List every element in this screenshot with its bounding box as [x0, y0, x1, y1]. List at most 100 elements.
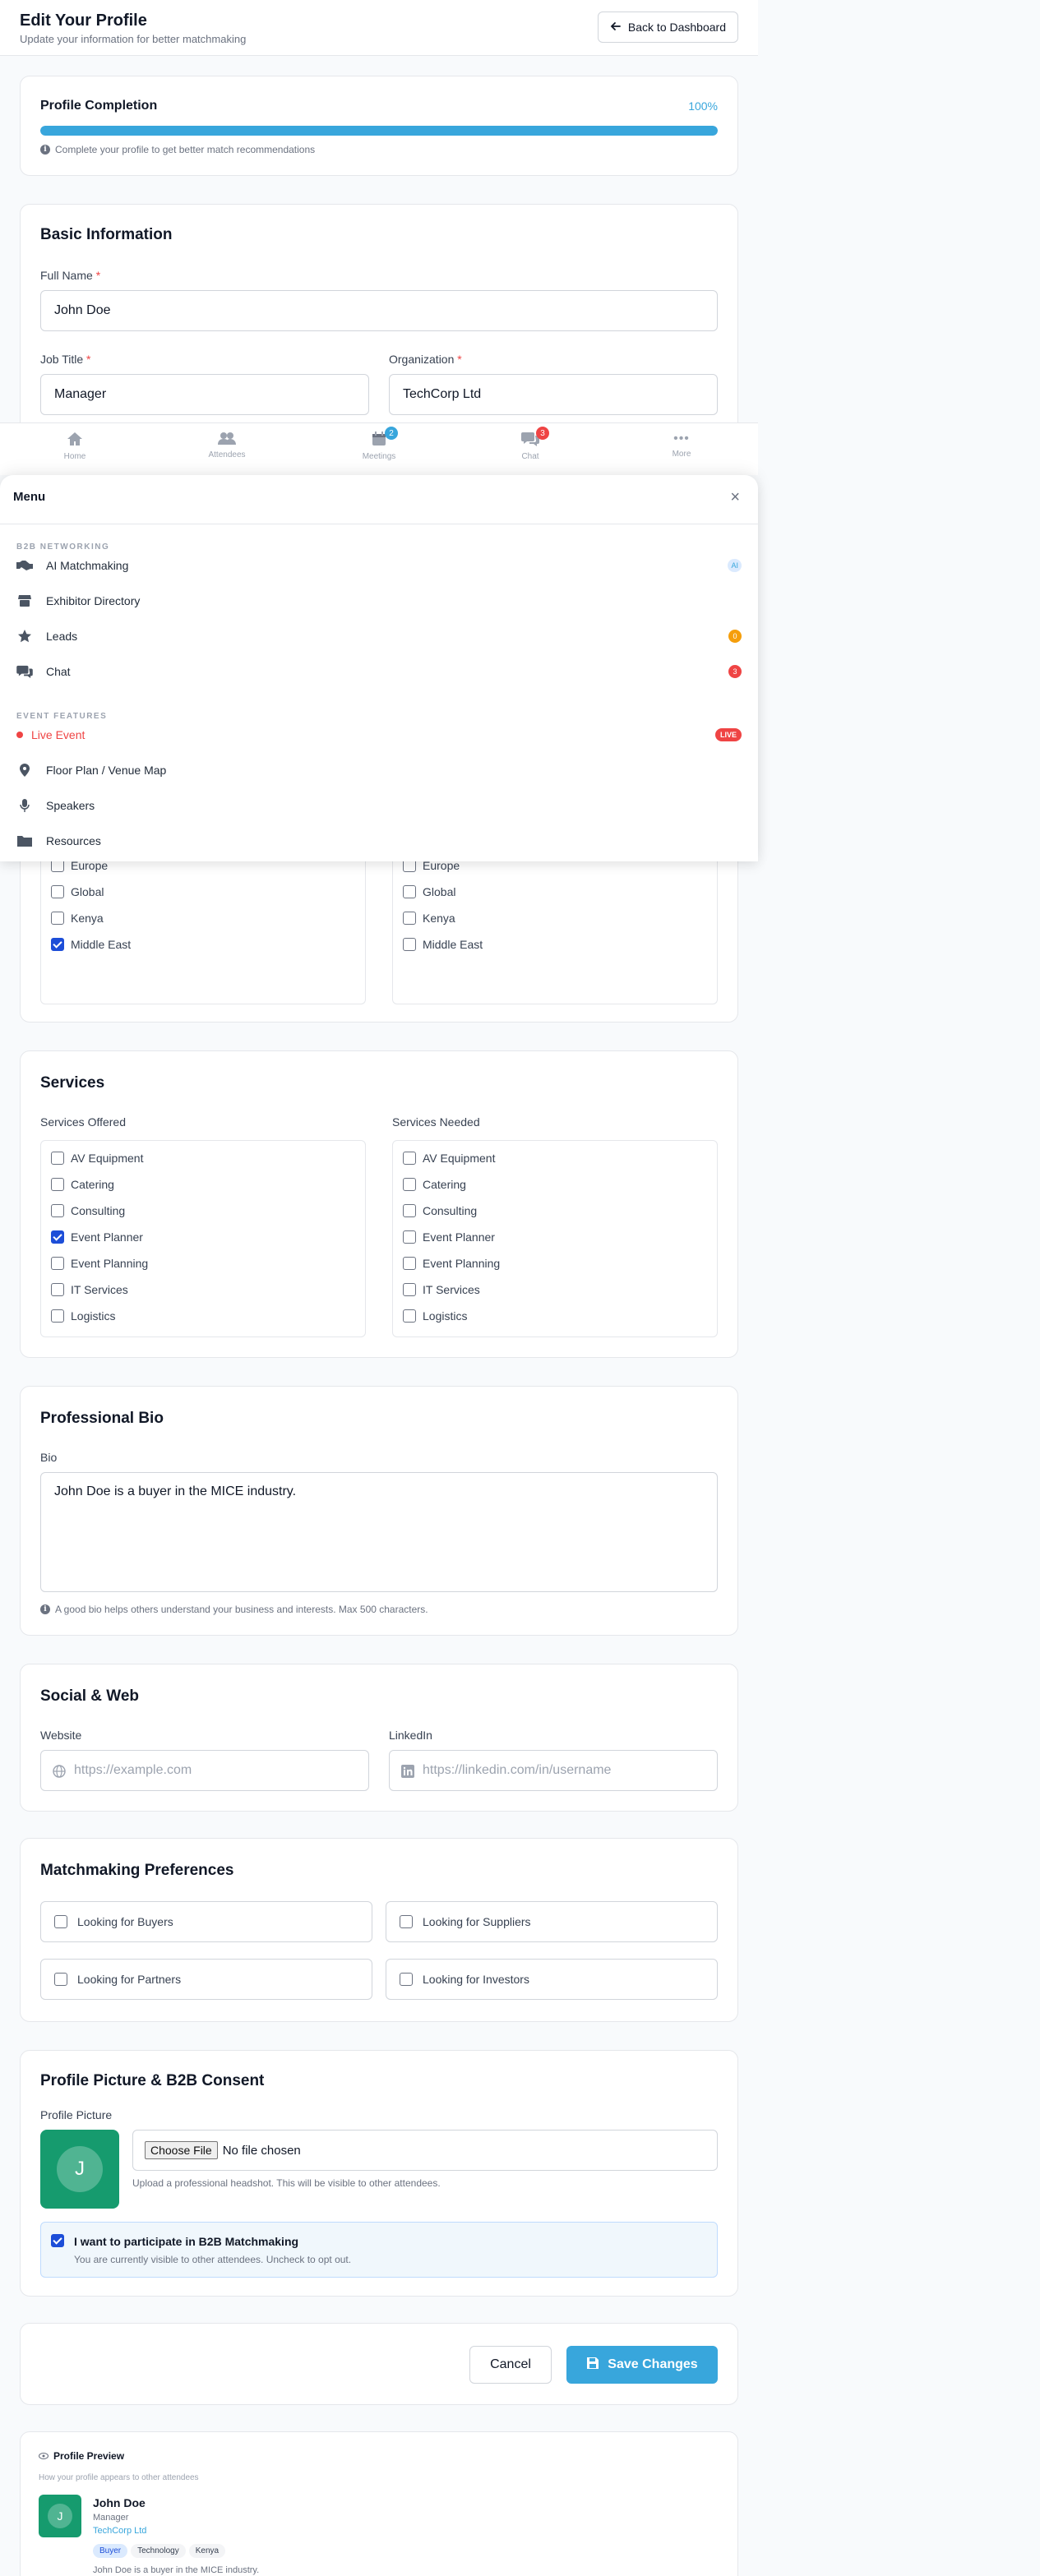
checkbox[interactable] — [400, 1915, 413, 1928]
chat-count-badge: 3 — [728, 665, 742, 678]
checkbox[interactable] — [54, 1915, 67, 1928]
checkbox[interactable] — [51, 1257, 64, 1270]
job-title-label: Job Title * — [40, 353, 91, 366]
service-offered-option[interactable]: Logistics — [51, 1309, 115, 1323]
checkbox[interactable] — [403, 1309, 416, 1323]
website-input[interactable]: https://example.com — [40, 1750, 369, 1791]
more-icon: ••• — [673, 432, 690, 445]
checkbox[interactable] — [403, 1178, 416, 1191]
bottom-navigation: Home Attendees Meetings 2 Chat 3 ••• Mor… — [0, 422, 758, 475]
service-needed-option[interactable]: Event Planning — [403, 1256, 500, 1271]
file-input[interactable]: Choose File No file chosen — [132, 2130, 718, 2171]
organization-input[interactable]: TechCorp Ltd — [389, 374, 718, 415]
pref-looking-for-suppliers[interactable]: Looking for Suppliers — [386, 1901, 718, 1942]
menu-close-icon[interactable]: × — [730, 488, 740, 507]
checkbox[interactable] — [403, 1152, 416, 1165]
bio-title: Professional Bio — [40, 1410, 164, 1427]
checkbox[interactable] — [51, 1309, 64, 1323]
menu-item-live-event[interactable]: Live Event LIVE — [16, 725, 742, 745]
page-subtitle: Update your information for better match… — [20, 33, 247, 45]
service-offered-option[interactable]: Event Planning — [51, 1256, 148, 1271]
region-option[interactable]: Middle East — [403, 937, 483, 952]
checkbox[interactable] — [403, 1204, 416, 1217]
checkbox[interactable] — [51, 938, 64, 951]
service-offered-option-label: AV Equipment — [71, 1152, 144, 1165]
back-to-dashboard-button[interactable]: Back to Dashboard — [597, 12, 738, 43]
service-needed-option[interactable]: AV Equipment — [403, 1151, 495, 1166]
checkbox[interactable] — [51, 1152, 64, 1165]
checkbox[interactable] — [403, 938, 416, 951]
menu-item-floor-plan[interactable]: Floor Plan / Venue Map — [16, 760, 742, 780]
checkbox[interactable] — [403, 1257, 416, 1270]
service-needed-option[interactable]: Event Planner — [403, 1230, 495, 1244]
service-needed-option[interactable]: IT Services — [403, 1282, 480, 1297]
checkbox[interactable] — [51, 1204, 64, 1217]
b2b-consent-box[interactable]: I want to participate in B2B Matchmaking… — [40, 2222, 718, 2278]
menu-section-b2b: B2B NETWORKING — [16, 542, 110, 552]
job-title-input[interactable]: Manager — [40, 374, 369, 415]
region-option-label: Kenya — [71, 912, 104, 925]
preview-tags: Buyer Technology Kenya — [93, 2542, 229, 2558]
service-needed-option-label: Catering — [423, 1178, 466, 1191]
full-name-input[interactable]: John Doe — [40, 290, 718, 331]
region-option-label: Global — [423, 885, 456, 898]
save-changes-button[interactable]: Save Changes — [566, 2346, 718, 2384]
service-needed-option[interactable]: Logistics — [403, 1309, 467, 1323]
checkbox[interactable] — [51, 885, 64, 898]
region-option[interactable]: Kenya — [403, 911, 455, 926]
nav-chat[interactable]: Chat 3 — [502, 427, 559, 461]
nav-more[interactable]: ••• More — [653, 432, 710, 459]
store-icon — [16, 594, 33, 607]
checkbox[interactable] — [54, 1973, 67, 1986]
nav-home[interactable]: Home — [46, 432, 104, 461]
social-card: Social & Web Website https://example.com… — [20, 1664, 738, 1812]
service-offered-option[interactable]: IT Services — [51, 1282, 128, 1297]
preview-tag: Technology — [131, 2544, 186, 2558]
service-offered-option[interactable]: Catering — [51, 1177, 114, 1192]
service-offered-option[interactable]: Consulting — [51, 1203, 125, 1218]
menu-item-exhibitor-directory[interactable]: Exhibitor Directory — [16, 591, 742, 611]
region-option-label: Middle East — [423, 938, 483, 951]
menu-item-ai-matchmaking[interactable]: AI Matchmaking AI — [16, 556, 742, 575]
pref-looking-for-partners[interactable]: Looking for Partners — [40, 1959, 372, 2000]
service-needed-option[interactable]: Catering — [403, 1177, 466, 1192]
checkbox[interactable] — [51, 912, 64, 925]
checkbox[interactable] — [403, 1283, 416, 1296]
info-icon: i — [40, 1604, 50, 1614]
basic-info-card: Basic Information Full Name * John Doe J… — [20, 204, 738, 442]
pref-looking-for-buyers[interactable]: Looking for Buyers — [40, 1901, 372, 1942]
region-option[interactable]: Global — [51, 884, 104, 899]
checkbox[interactable] — [51, 1283, 64, 1296]
nav-attendees[interactable]: Attendees — [198, 432, 256, 459]
checkbox[interactable] — [400, 1973, 413, 1986]
checkbox[interactable] — [51, 1230, 64, 1244]
menu-item-leads[interactable]: Leads 0 — [16, 626, 742, 646]
linkedin-input[interactable]: https://linkedin.com/in/username — [389, 1750, 718, 1791]
bio-label: Bio — [40, 1451, 58, 1464]
pref-looking-for-investors[interactable]: Looking for Investors — [386, 1959, 718, 2000]
service-needed-option[interactable]: Consulting — [403, 1203, 477, 1218]
checkbox[interactable] — [51, 1178, 64, 1191]
region-option[interactable]: Kenya — [51, 911, 104, 926]
region-option[interactable]: Middle East — [51, 937, 131, 952]
meetings-badge: 2 — [385, 427, 398, 440]
menu-item-chat[interactable]: Chat 3 — [16, 662, 742, 681]
bio-textarea[interactable]: John Doe is a buyer in the MICE industry… — [40, 1472, 718, 1592]
menu-item-speakers[interactable]: Speakers — [16, 796, 742, 815]
service-offered-option-label: Logistics — [71, 1309, 116, 1323]
checkbox[interactable] — [403, 1230, 416, 1244]
checkbox[interactable] — [403, 885, 416, 898]
choose-file-button[interactable]: Choose File — [145, 2141, 218, 2159]
region-option[interactable]: Global — [403, 884, 455, 899]
nav-meetings[interactable]: Meetings 2 — [350, 427, 408, 461]
service-offered-option[interactable]: Event Planner — [51, 1230, 143, 1244]
service-offered-option-label: Catering — [71, 1178, 114, 1191]
services-offered-box: AV Equipment Catering Consulting Event Plan… — [40, 1140, 366, 1337]
service-offered-option[interactable]: AV Equipment — [51, 1151, 143, 1166]
profile-picture-card: Profile Picture & B2B Consent Profile Pi… — [20, 2050, 738, 2297]
region-option-label: Kenya — [423, 912, 455, 925]
b2b-consent-checkbox[interactable] — [51, 2234, 64, 2247]
cancel-button[interactable]: Cancel — [469, 2346, 552, 2384]
checkbox[interactable] — [403, 912, 416, 925]
menu-item-resources[interactable]: Resources — [16, 831, 742, 851]
